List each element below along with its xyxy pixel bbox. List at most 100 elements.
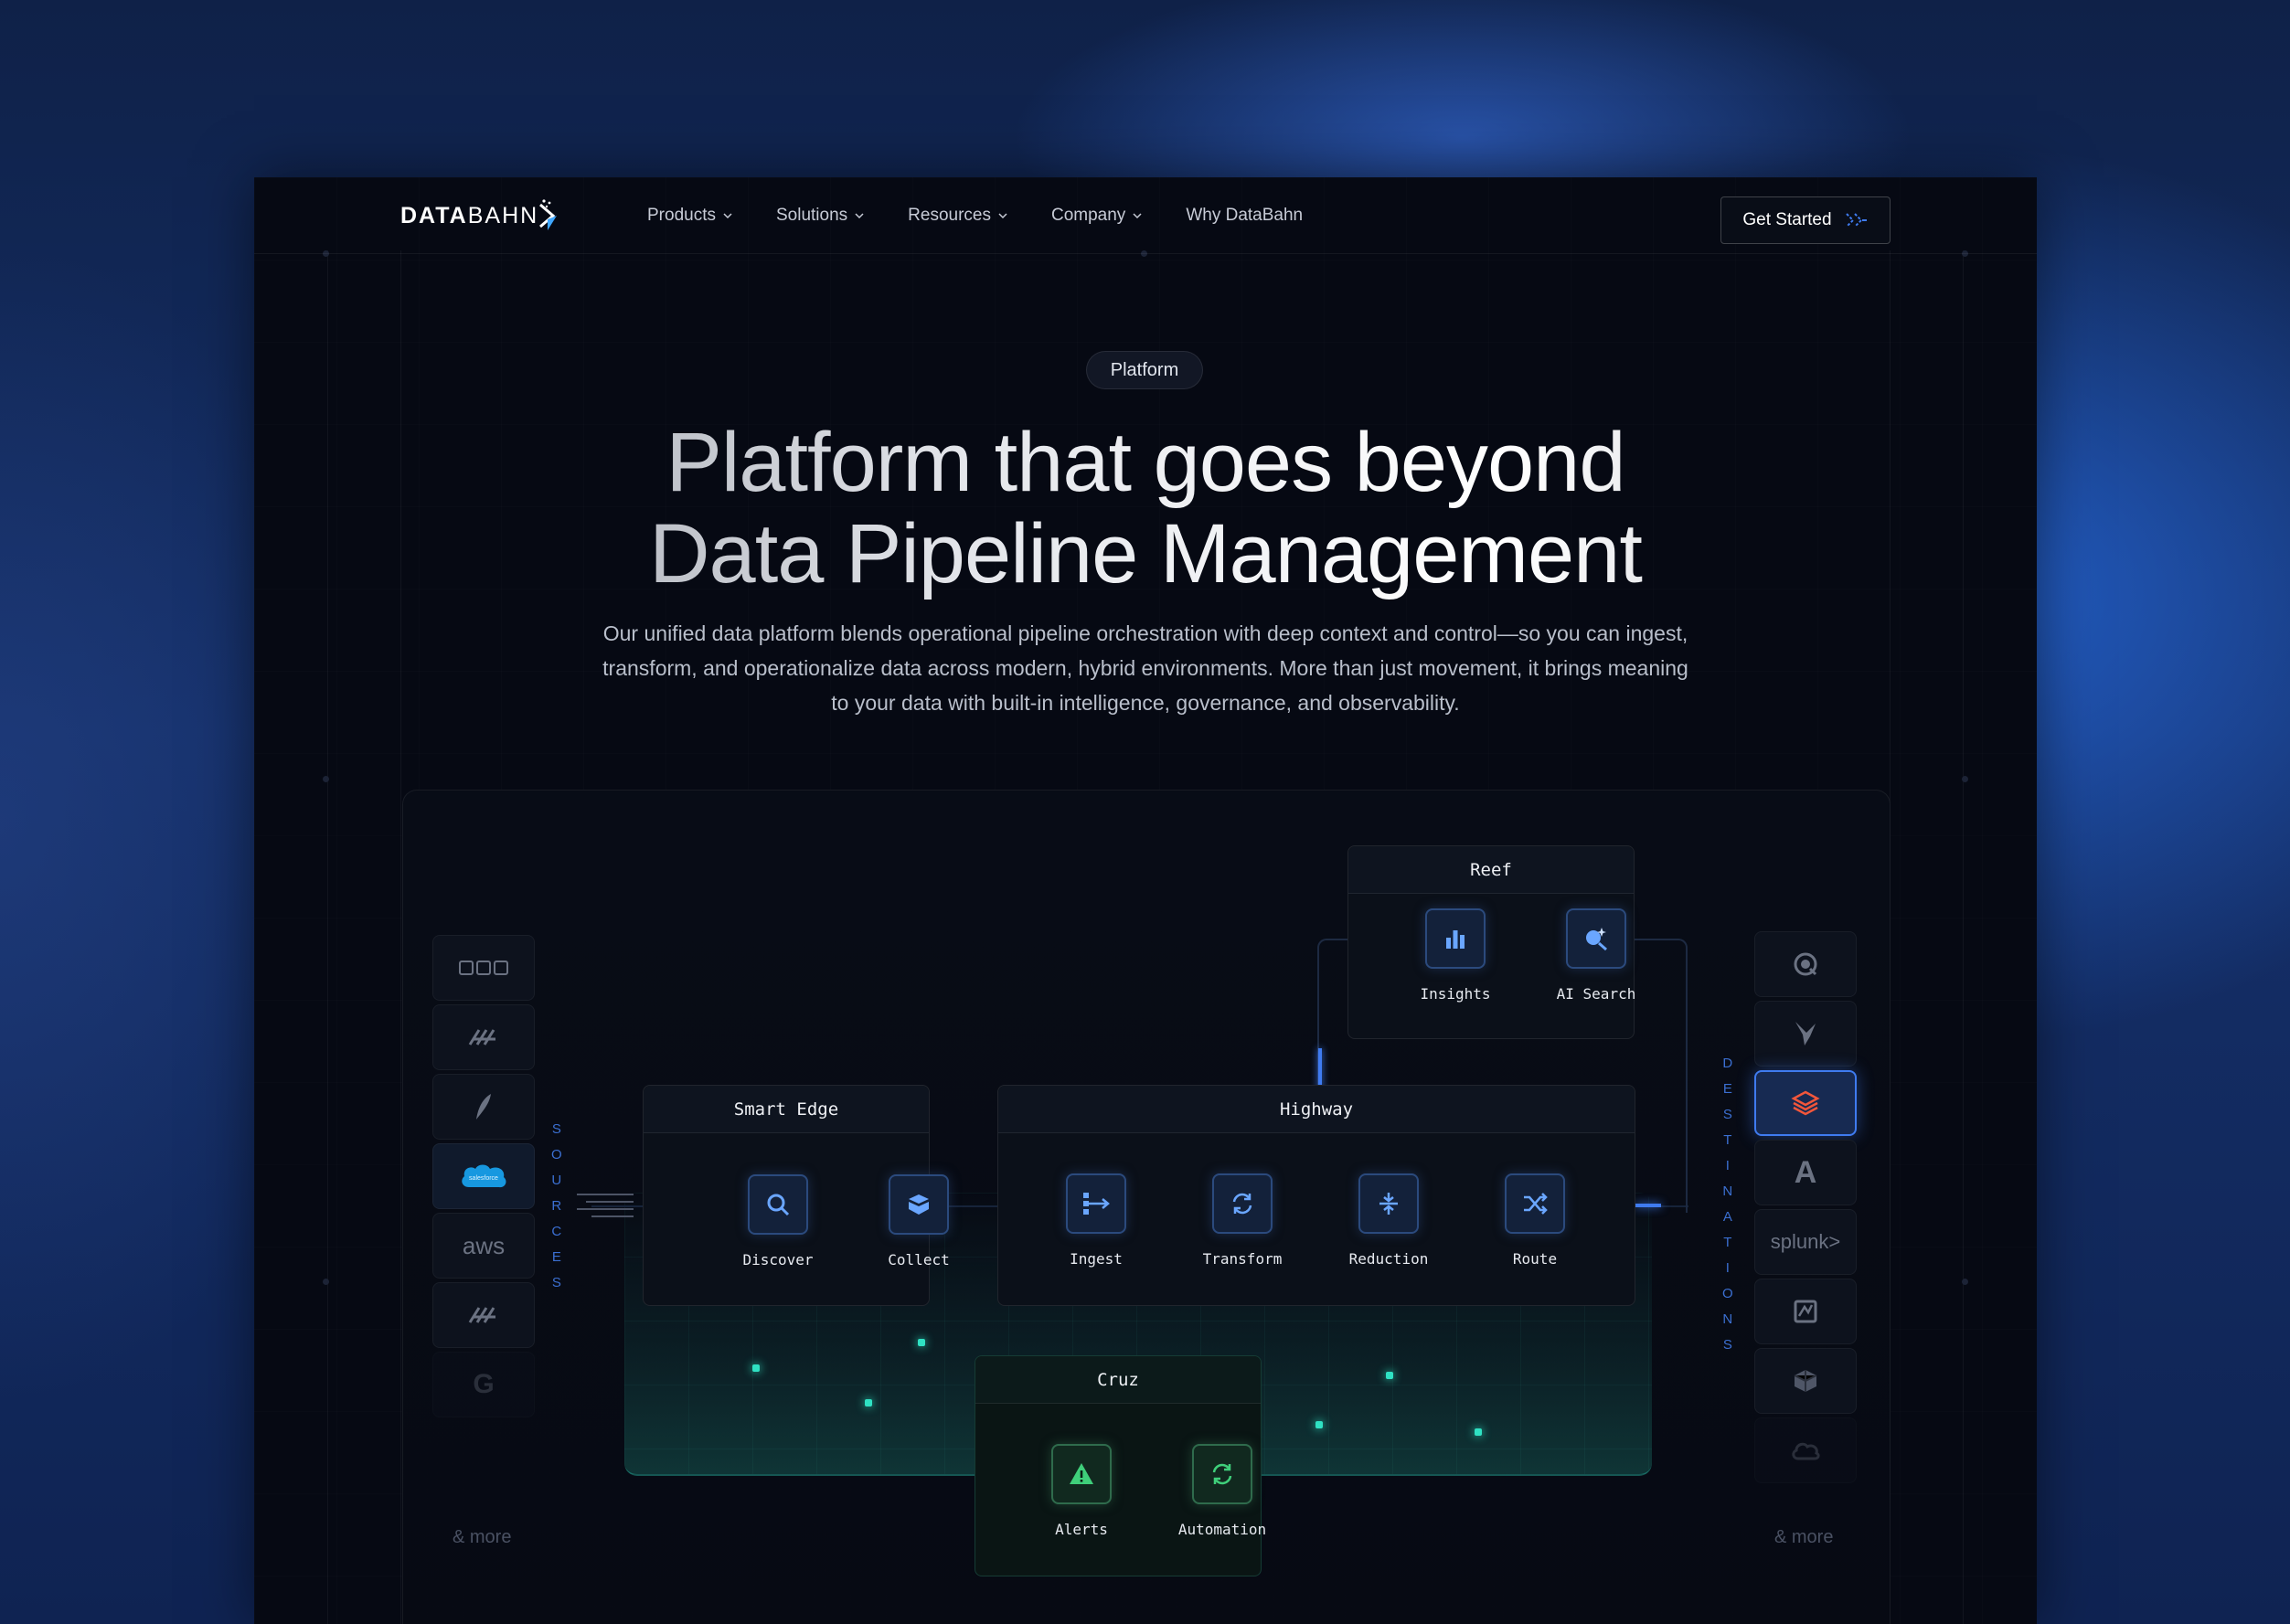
destinations-more-label: & more bbox=[1774, 1527, 1834, 1547]
spark-dot bbox=[1315, 1421, 1323, 1428]
destination-tile[interactable] bbox=[1754, 931, 1857, 997]
node-label: Alerts bbox=[1055, 1521, 1108, 1538]
nav-item-company[interactable]: Company bbox=[1051, 206, 1142, 226]
paloalto-icon bbox=[468, 1029, 495, 1046]
node-ai-search[interactable]: AI Search bbox=[1528, 908, 1665, 1003]
grid-dot bbox=[1962, 1279, 1968, 1285]
node-label: Collect bbox=[888, 1251, 950, 1268]
shuffle-icon bbox=[1524, 1193, 1548, 1215]
hero-title: Platform that goes beyond Data Pipeline … bbox=[254, 417, 2037, 600]
nav-item-label: Why DataBahn bbox=[1186, 206, 1304, 225]
sources-more-label: & more bbox=[453, 1527, 512, 1547]
google-icon: G bbox=[473, 1369, 495, 1399]
node-reduction[interactable]: Reduction bbox=[1320, 1173, 1457, 1268]
databahn-logo[interactable]: DATABAHN bbox=[400, 197, 566, 234]
node-label: Automation bbox=[1177, 1521, 1267, 1538]
source-tile[interactable]: aws bbox=[432, 1213, 535, 1279]
node-route[interactable]: Route bbox=[1466, 1173, 1603, 1268]
spark-dot bbox=[865, 1399, 872, 1406]
source-tile[interactable] bbox=[432, 1074, 535, 1140]
ingest-icon bbox=[1083, 1193, 1110, 1215]
splunk-icon: splunk> bbox=[1770, 1230, 1841, 1253]
destination-tile-active[interactable] bbox=[1754, 1070, 1857, 1136]
nav-item-label: Products bbox=[647, 206, 716, 225]
chevron-down-icon bbox=[855, 213, 864, 219]
platform-badge: Platform bbox=[1086, 351, 1203, 389]
destination-tile[interactable] bbox=[1754, 1417, 1857, 1483]
node-discover[interactable]: Discover bbox=[709, 1174, 847, 1268]
node-ingest[interactable]: Ingest bbox=[1028, 1173, 1165, 1268]
source-tile[interactable] bbox=[432, 935, 535, 1001]
search-icon bbox=[767, 1194, 790, 1216]
destination-tile[interactable] bbox=[1754, 1001, 1857, 1067]
nav-item-resources[interactable]: Resources bbox=[908, 206, 1007, 226]
stack-layers-icon bbox=[1791, 1090, 1820, 1116]
node-label: Reduction bbox=[1348, 1250, 1429, 1268]
search-circle-icon bbox=[1794, 952, 1817, 976]
grid-dot bbox=[1962, 776, 1968, 782]
panel-title: Smart Edge bbox=[644, 1086, 929, 1133]
chevron-down-icon bbox=[723, 213, 732, 219]
destination-tile[interactable] bbox=[1754, 1348, 1857, 1414]
sources-column: salesforce aws G bbox=[432, 935, 535, 1421]
hero-title-line: Data Pipeline Management bbox=[254, 508, 2037, 600]
spark-dot bbox=[918, 1339, 925, 1346]
node-icon-box bbox=[1066, 1173, 1126, 1234]
grid-dot bbox=[323, 1279, 329, 1285]
nav-item-label: Company bbox=[1050, 206, 1126, 225]
paloalto-icon bbox=[468, 1307, 495, 1323]
chevron-down-icon bbox=[1133, 213, 1142, 219]
node-icon-box bbox=[1358, 1173, 1419, 1234]
spark-dot bbox=[1475, 1428, 1482, 1436]
source-tile[interactable] bbox=[432, 1282, 535, 1348]
node-label: Ingest bbox=[1070, 1250, 1123, 1268]
destination-tile[interactable]: splunk> bbox=[1754, 1209, 1857, 1275]
spark-dot bbox=[1386, 1372, 1393, 1379]
node-icon-box bbox=[1505, 1173, 1565, 1234]
source-tile[interactable]: G bbox=[432, 1352, 535, 1417]
nav-item-why-databahn[interactable]: Why DataBahn bbox=[1186, 206, 1303, 226]
warning-icon bbox=[1070, 1463, 1093, 1484]
destinations-column: A splunk> bbox=[1754, 931, 1857, 1487]
double-arrow-icon bbox=[1845, 213, 1867, 228]
node-icon-box bbox=[748, 1174, 808, 1235]
refresh-icon bbox=[1212, 1463, 1232, 1485]
platform-diagram: salesforce aws G & more SOURCES Smart Ed… bbox=[402, 790, 1891, 1624]
grid-dot bbox=[323, 776, 329, 782]
node-label: Discover bbox=[742, 1251, 814, 1268]
node-collect[interactable]: Collect bbox=[850, 1174, 987, 1268]
node-icon-box bbox=[1212, 1173, 1273, 1234]
nav-item-products[interactable]: Products bbox=[647, 206, 732, 226]
node-insights[interactable]: Insights bbox=[1387, 908, 1524, 1003]
browser-page: DATABAHN Products Solutions Resources Co… bbox=[254, 177, 2037, 1624]
node-icon-box bbox=[1192, 1444, 1252, 1504]
node-icon-box bbox=[1566, 908, 1626, 969]
source-speed-lines bbox=[577, 1194, 634, 1217]
node-alerts[interactable]: Alerts bbox=[1013, 1444, 1150, 1538]
compress-icon bbox=[1379, 1193, 1398, 1215]
get-started-button[interactable]: Get Started bbox=[1720, 196, 1891, 244]
node-automation[interactable]: Automation bbox=[1154, 1444, 1291, 1538]
source-tile-salesforce[interactable]: salesforce bbox=[432, 1143, 535, 1209]
spark-dot bbox=[752, 1364, 760, 1372]
nav-menu: Products Solutions Resources Company Why… bbox=[647, 177, 1347, 254]
destination-tile[interactable]: A bbox=[1754, 1140, 1857, 1205]
nav-item-label: Solutions bbox=[775, 206, 848, 225]
box-icon bbox=[909, 1194, 929, 1215]
nav-item-solutions[interactable]: Solutions bbox=[776, 206, 864, 226]
destinations-vertical-label: DESTINATIONS bbox=[1722, 1056, 1735, 1353]
destination-tile[interactable] bbox=[1754, 1279, 1857, 1344]
hero-title-line: Platform that goes beyond bbox=[254, 417, 2037, 508]
node-icon-box bbox=[889, 1174, 949, 1235]
cta-label: Get Started bbox=[1742, 210, 1832, 229]
logo-wordmark: DATABAHN bbox=[400, 202, 539, 228]
node-label: Transform bbox=[1202, 1250, 1283, 1268]
node-transform[interactable]: Transform bbox=[1174, 1173, 1311, 1268]
node-icon-box bbox=[1425, 908, 1486, 969]
source-tile[interactable] bbox=[432, 1004, 535, 1070]
cube-icon bbox=[1794, 1370, 1817, 1392]
node-icon-box bbox=[1051, 1444, 1112, 1504]
logo-arrow-icon bbox=[539, 199, 558, 230]
top-navigation: DATABAHN Products Solutions Resources Co… bbox=[254, 177, 2037, 254]
chevron-down-icon bbox=[998, 213, 1007, 219]
